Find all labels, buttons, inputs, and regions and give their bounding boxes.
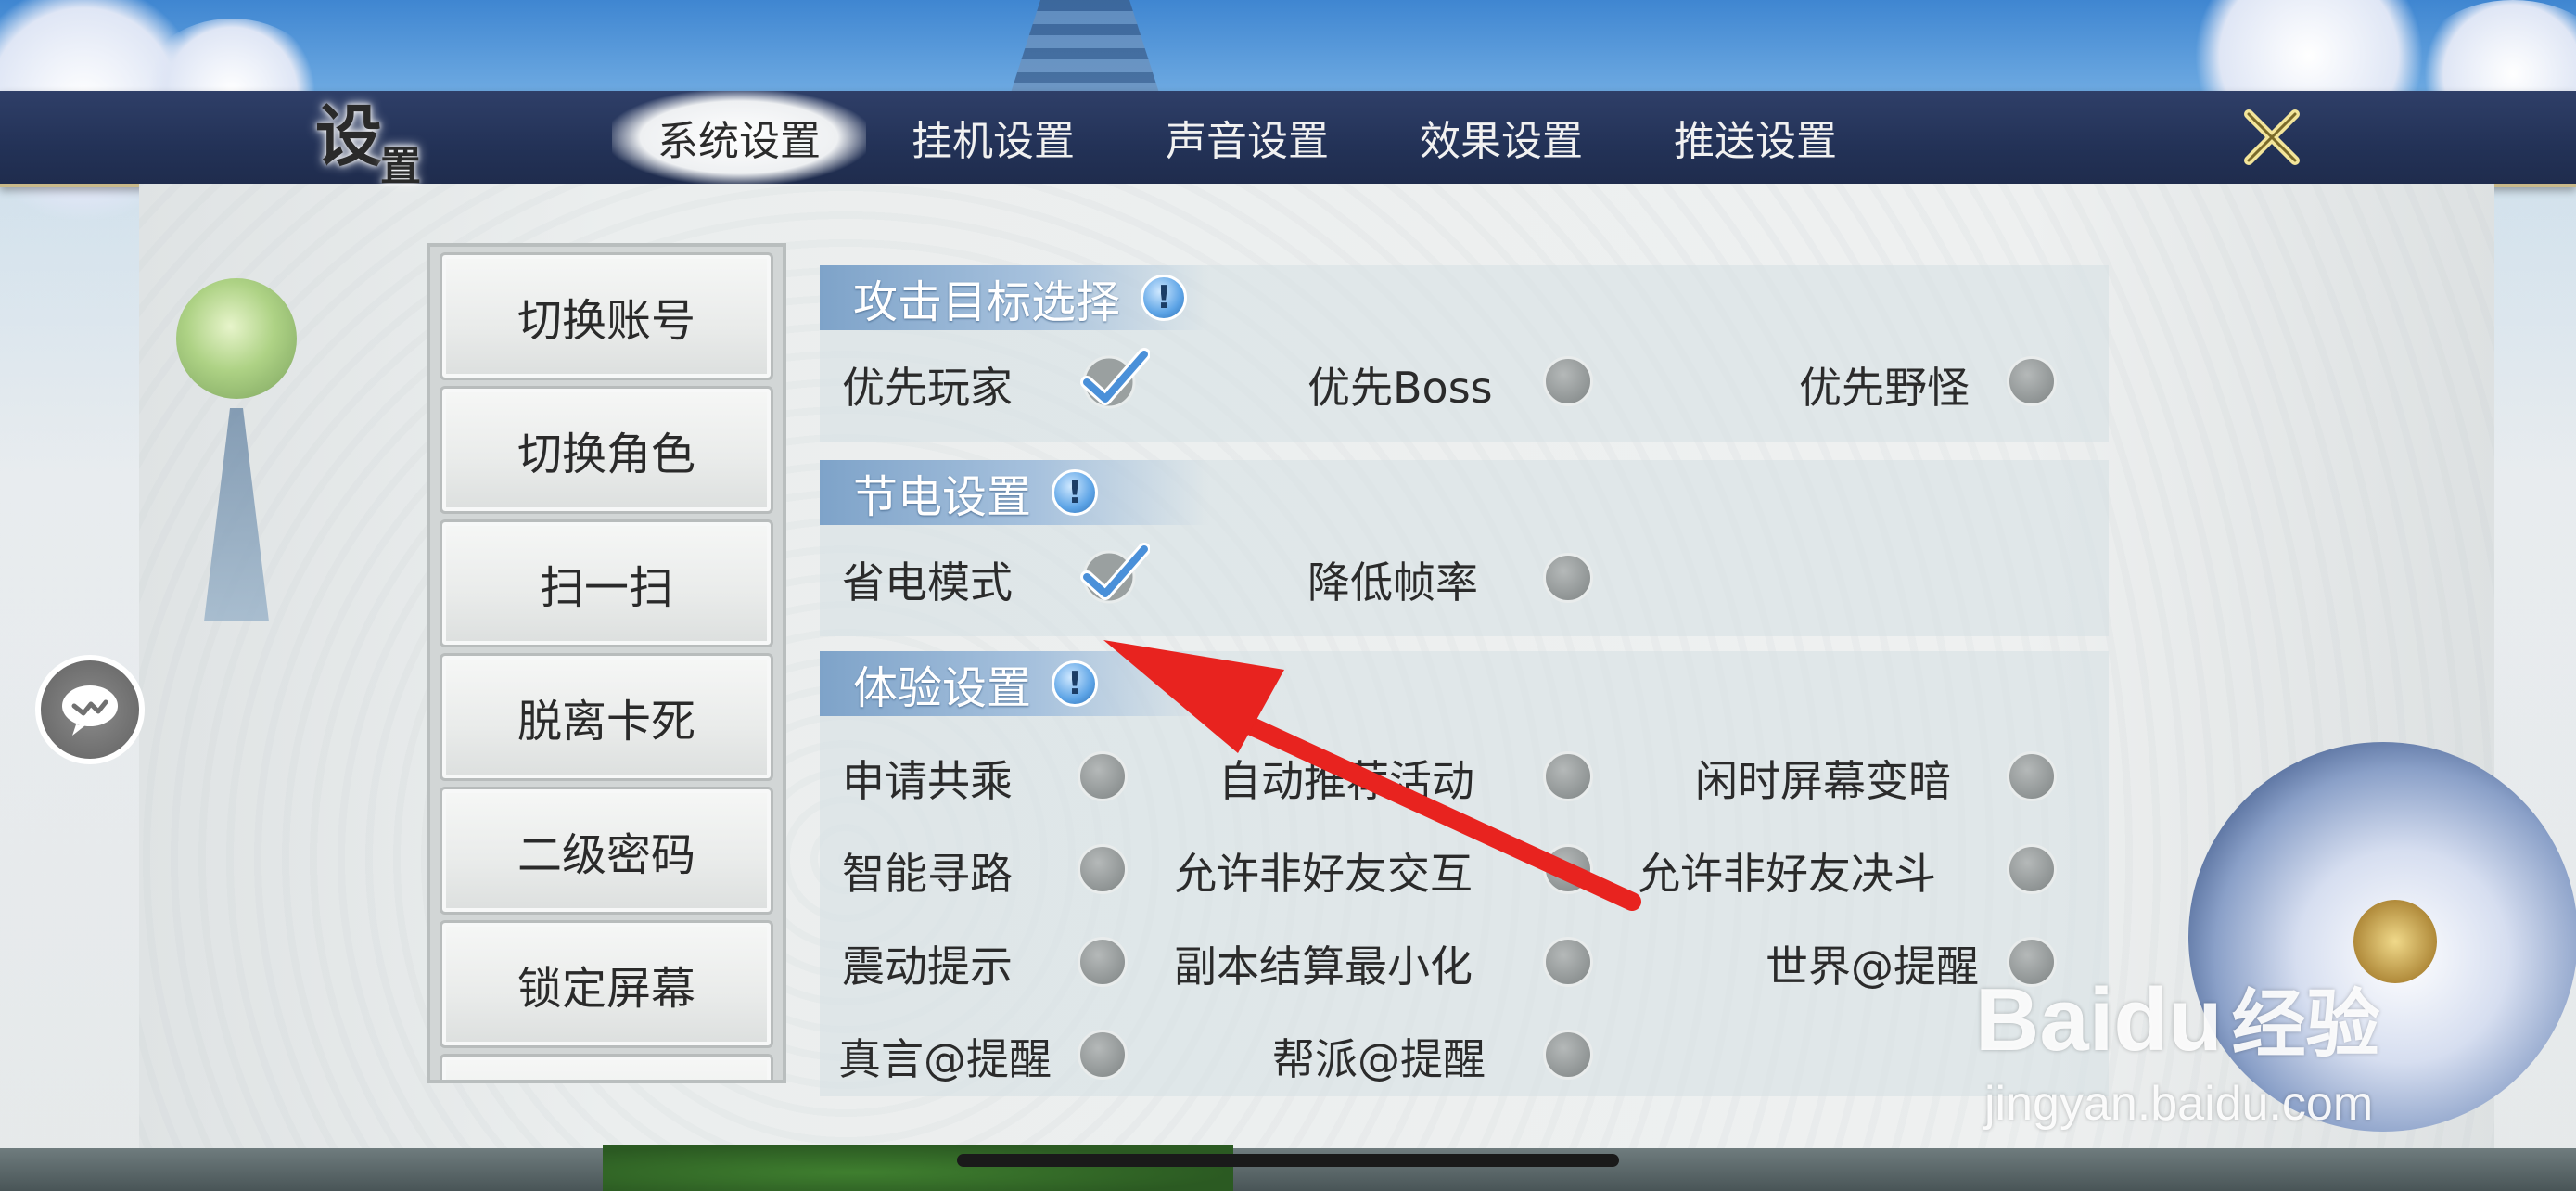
radio-truth-mention[interactable]: [1078, 1030, 1128, 1080]
title-small-char: 置: [380, 143, 421, 190]
jade-pendant-decoration: [176, 278, 297, 399]
tab-push-settings[interactable]: 推送设置: [1628, 91, 1882, 184]
option-label: 允许非好友交互: [1174, 849, 1473, 899]
tab-sound-settings[interactable]: 声音设置: [1120, 91, 1374, 184]
option-label: 允许非好友决斗: [1638, 849, 1936, 899]
radio-nonfriend-duel[interactable]: [2007, 844, 2057, 894]
scan-button[interactable]: 扫一扫: [440, 519, 773, 647]
option-label: 优先Boss: [1307, 363, 1493, 413]
title-main-char: 设: [315, 96, 383, 175]
watermark-cn: 经验: [2231, 983, 2380, 1066]
radio-auto-recommend[interactable]: [1543, 751, 1593, 801]
option-label: 省电模式: [842, 557, 1013, 608]
option-label: 副本结算最小化: [1174, 941, 1473, 992]
switch-role-button[interactable]: 切换角色: [440, 386, 773, 514]
info-icon[interactable]: !: [1052, 469, 1099, 516]
experience-title: 体验设置: [853, 662, 1032, 714]
radio-request-ride[interactable]: [1078, 751, 1128, 801]
tab-afk-settings[interactable]: 挂机设置: [866, 91, 1120, 184]
settings-title: 设 置: [315, 82, 421, 190]
grass-decoration: [603, 1145, 1233, 1191]
attack-target-title: 攻击目标选择: [853, 276, 1121, 328]
secondary-password-button[interactable]: 二级密码: [440, 787, 773, 915]
settings-tabs: 系统设置 挂机设置 声音设置 效果设置 推送设置: [612, 91, 1882, 184]
close-button[interactable]: [2235, 100, 2309, 174]
option-label: 优先野怪: [1799, 363, 1970, 413]
radio-vibration[interactable]: [1078, 937, 1128, 987]
baidu-watermark-url: jingyan.baidu.com: [1984, 1077, 2374, 1131]
switch-account-button[interactable]: 切换账号: [440, 252, 773, 380]
checkmark-icon[interactable]: [1076, 536, 1150, 610]
option-label: 震动提示: [842, 941, 1013, 992]
option-label: 帮派@提醒: [1272, 1034, 1486, 1084]
option-label: 闲时屏幕变暗: [1695, 756, 1951, 806]
option-label: 世界@提醒: [1766, 941, 1979, 992]
close-x-icon: [2244, 109, 2300, 165]
radio-smart-path[interactable]: [1078, 844, 1128, 894]
option-label: 自动推荐活动: [1218, 756, 1474, 806]
power-saving-header: 节电设置 !: [820, 460, 1209, 525]
radio-lower-framerate[interactable]: [1543, 553, 1593, 603]
radio-idle-dim[interactable]: [2007, 751, 2057, 801]
radio-prefer-boss[interactable]: [1543, 356, 1593, 406]
baidu-watermark-logo: Baidu 经验: [1975, 965, 2380, 1072]
attack-target-header: 攻击目标选择 !: [820, 265, 1209, 330]
option-label: 智能寻路: [842, 849, 1013, 899]
unstuck-button[interactable]: 脱离卡死: [440, 653, 773, 781]
tab-system-settings[interactable]: 系统设置: [612, 91, 866, 184]
option-label: 真言@提醒: [838, 1034, 1052, 1084]
option-label: 降低帧率: [1307, 557, 1478, 608]
watermark-du: du: [2113, 970, 2223, 1069]
power-saving-title: 节电设置: [853, 471, 1032, 523]
lock-screen-button[interactable]: 锁定屏幕: [440, 920, 773, 1048]
tab-effect-settings[interactable]: 效果设置: [1374, 91, 1628, 184]
radio-dungeon-minimize[interactable]: [1543, 937, 1593, 987]
home-indicator[interactable]: [957, 1154, 1619, 1167]
account-menu: 切换账号 切换角色 扫一扫 脱离卡死 二级密码 锁定屏幕: [427, 243, 786, 1083]
radio-nonfriend-interact[interactable]: [1543, 844, 1593, 894]
radio-prefer-monster[interactable]: [2007, 356, 2057, 406]
experience-header: 体验设置 !: [820, 651, 1209, 716]
info-icon[interactable]: !: [1141, 275, 1188, 321]
option-label: 申请共乘: [842, 756, 1013, 806]
option-label: 优先玩家: [842, 363, 1013, 413]
watermark-latin: Bai: [1975, 970, 2114, 1069]
info-icon[interactable]: !: [1052, 660, 1099, 707]
checkmark-icon[interactable]: [1076, 341, 1150, 416]
radio-guild-mention[interactable]: [1543, 1030, 1593, 1080]
floating-chat-button[interactable]: [35, 655, 145, 764]
menu-more-button[interactable]: [440, 1054, 773, 1080]
chat-bubble-icon: [62, 685, 118, 736]
